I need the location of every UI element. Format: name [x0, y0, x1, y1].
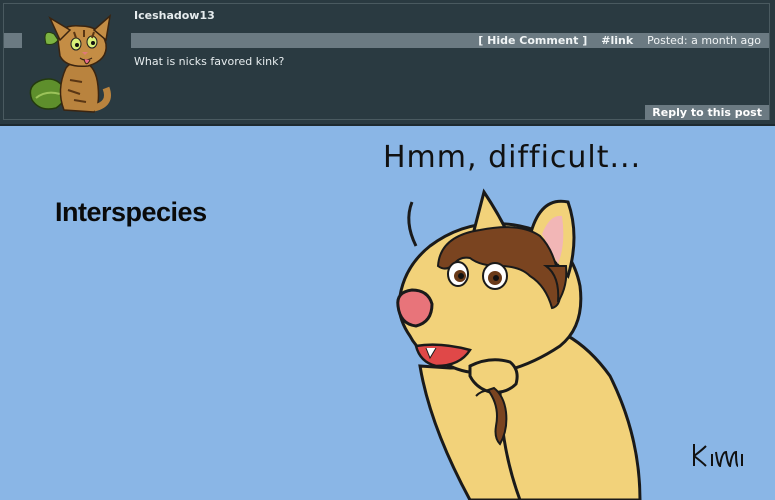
posted-time: Posted: a month ago — [647, 34, 761, 47]
speech-text: Hmm, difficult... — [383, 140, 642, 175]
comment-meta-bar: [ Hide Comment ] #link Posted: a month ago — [131, 33, 769, 48]
artwork-image — [0, 126, 775, 500]
hide-comment-link[interactable]: [ Hide Comment ] — [478, 34, 587, 47]
comment-meta-links: [ Hide Comment ] #link Posted: a month ago — [478, 33, 761, 48]
comment-text: What is nicks favored kink? — [134, 55, 285, 68]
interspecies-label: Interspecies — [55, 197, 207, 227]
reply-button[interactable]: Reply to this post — [645, 105, 769, 120]
comment-bar-stub — [4, 33, 22, 48]
permalink-link[interactable]: #link — [601, 34, 633, 47]
comment-username[interactable]: Iceshadow13 — [134, 9, 215, 22]
tabby-cat-avatar-icon[interactable] — [24, 10, 132, 115]
comment-panel: Iceshadow13 [ Hide Comment ] #link Posted:… — [0, 0, 775, 124]
